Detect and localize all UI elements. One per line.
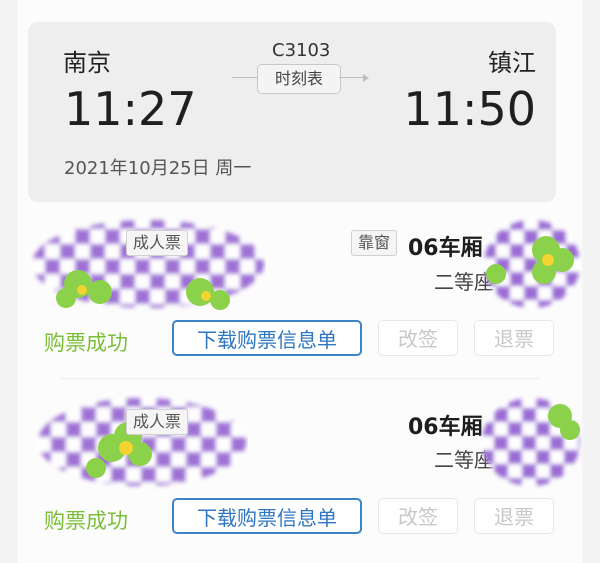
passenger-privacy-mask bbox=[30, 214, 266, 312]
route-arrow-icon bbox=[363, 74, 369, 82]
passenger-privacy-mask bbox=[36, 392, 248, 490]
carriage-number: 06车厢 bbox=[408, 236, 483, 261]
ticket-divider bbox=[60, 378, 540, 379]
timetable-button[interactable]: 时刻表 bbox=[257, 64, 341, 94]
window-seat-badge: 靠窗 bbox=[351, 230, 398, 256]
change-ticket-button[interactable]: 改签 bbox=[378, 320, 458, 356]
arrival-time: 11:50 bbox=[403, 82, 536, 136]
purchase-status: 购票成功 bbox=[44, 509, 128, 533]
train-number: C3103 bbox=[272, 40, 331, 61]
carriage-number: 06车厢 bbox=[408, 415, 483, 440]
seat-privacy-mask bbox=[482, 216, 582, 312]
download-ticket-info-button[interactable]: 下载购票信息单 bbox=[172, 320, 362, 356]
change-ticket-button[interactable]: 改签 bbox=[378, 498, 458, 534]
ticket-type-badge: 成人票 bbox=[126, 230, 189, 256]
download-ticket-info-button[interactable]: 下载购票信息单 bbox=[172, 498, 362, 534]
purchase-status: 购票成功 bbox=[44, 331, 128, 355]
travel-date: 2021年10月25日 周一 bbox=[64, 158, 252, 179]
route-line-left bbox=[232, 77, 257, 78]
departure-station: 南京 bbox=[63, 49, 111, 77]
seat-privacy-mask bbox=[480, 394, 582, 490]
refund-ticket-button[interactable]: 退票 bbox=[474, 498, 554, 534]
route-line-right bbox=[339, 77, 366, 78]
arrival-station: 镇江 bbox=[488, 49, 536, 77]
refund-ticket-button[interactable]: 退票 bbox=[474, 320, 554, 356]
ticket-type-badge: 成人票 bbox=[126, 409, 189, 435]
departure-time: 11:27 bbox=[64, 82, 197, 136]
